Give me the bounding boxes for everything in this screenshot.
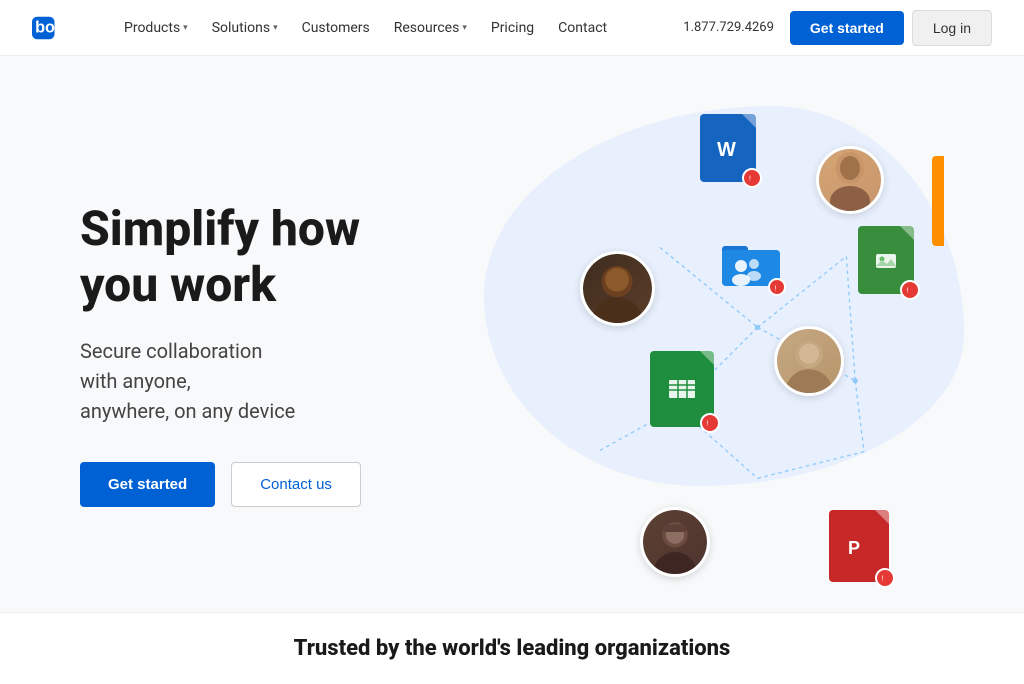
hero-illustration: .dot-line { stroke: #90CAF9; stroke-widt… (500, 96, 944, 612)
svg-text:!: ! (882, 576, 884, 583)
chevron-down-icon: ▾ (273, 23, 278, 33)
hero-contact-button[interactable]: Contact us (231, 462, 361, 507)
word-doc-icon: W ! (700, 114, 756, 182)
trusted-bar: Trusted by the world's leading organizat… (0, 612, 1024, 684)
orange-tab (932, 156, 944, 246)
svg-text:P: P (848, 538, 860, 558)
hero-buttons: Get started Contact us (80, 462, 500, 507)
nav-login-button[interactable]: Log in (912, 10, 992, 46)
nav-get-started-button[interactable]: Get started (790, 11, 904, 45)
sheets-icon: ! (650, 351, 714, 427)
nav-phone[interactable]: 1.877.729.4269 (683, 20, 774, 35)
svg-text:!: ! (774, 285, 776, 292)
avatar-person4 (640, 507, 710, 577)
nav-contact[interactable]: Contact (548, 12, 617, 44)
nav-pricing[interactable]: Pricing (481, 12, 544, 44)
chevron-down-icon: ▾ (462, 23, 467, 33)
hero-subtitle: Secure collaboration with anyone, anywhe… (80, 336, 500, 426)
hero-get-started-button[interactable]: Get started (80, 462, 215, 507)
trusted-text: Trusted by the world's leading organizat… (294, 636, 731, 661)
navigation: box Products ▾ Solutions ▾ Customers Res… (0, 0, 1024, 56)
hero-text: Simplify how you work Secure collaborati… (80, 201, 500, 506)
nav-customers[interactable]: Customers (292, 12, 380, 44)
avatar-person3 (774, 326, 844, 396)
svg-text:!: ! (907, 288, 909, 295)
nav-solutions[interactable]: Solutions ▾ (202, 12, 288, 44)
image-icon: ! (858, 226, 914, 294)
nav-products[interactable]: Products ▾ (114, 12, 198, 44)
powerpoint-icon: P ! (829, 510, 889, 582)
avatar-person2 (580, 251, 655, 326)
svg-text:W: W (717, 139, 736, 161)
hero-title: Simplify how you work (80, 201, 500, 311)
svg-text:box: box (35, 18, 64, 36)
folder-icon: ! (720, 236, 782, 292)
chevron-down-icon: ▾ (183, 23, 188, 33)
hero-section: Simplify how you work Secure collaborati… (0, 56, 1024, 612)
svg-text:!: ! (707, 421, 709, 428)
nav-links: Products ▾ Solutions ▾ Customers Resourc… (114, 12, 683, 44)
svg-text:!: ! (749, 175, 751, 183)
nav-resources[interactable]: Resources ▾ (384, 12, 477, 44)
logo[interactable]: box (32, 14, 82, 42)
avatar-person1 (816, 146, 884, 214)
